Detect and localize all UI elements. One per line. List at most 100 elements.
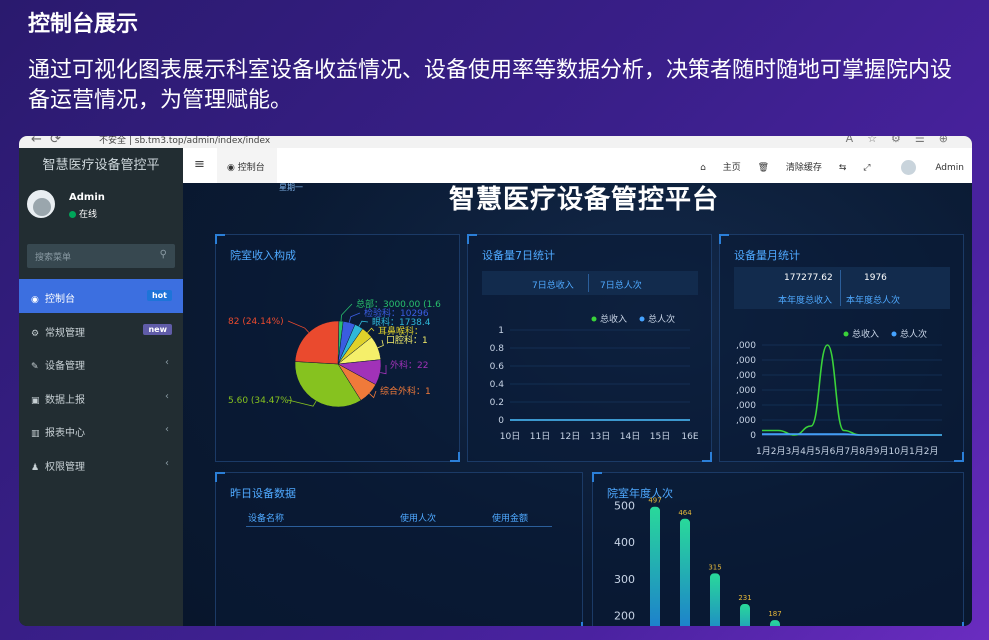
week-stats-panel: 设备量7日统计 7日总收入 7日总人次 0 0.2 0.4 0.6 0.8 1 10日 11日… bbox=[467, 234, 712, 462]
y-tick-label: ,000 bbox=[736, 401, 756, 411]
column-header: 使用人次 bbox=[400, 514, 437, 524]
month-stats-panel: 设备量月统计 177277.62 1976 本年度总收入 本年度总人次 0,00… bbox=[719, 234, 964, 462]
chevron-left-icon: ‹ bbox=[165, 390, 169, 402]
y-tick-label: 300 bbox=[614, 573, 635, 586]
pie-label: 外科：22 bbox=[390, 359, 428, 371]
fullscreen-icon[interactable]: ⤢ bbox=[863, 163, 870, 173]
user-panel: Admin 在线 bbox=[25, 188, 175, 228]
online-dot-icon bbox=[69, 211, 76, 218]
annual-visits-panel: 院室年度人次 200 300 400 500 497 464 315 231 187 143 bbox=[592, 472, 964, 626]
pie-leader-line bbox=[377, 339, 384, 349]
slide-title: 控制台展示 bbox=[28, 12, 139, 37]
yesterday-device-panel: 昨日设备数据 设备名称 使用人次 使用金额 bbox=[215, 472, 583, 626]
sidebar-item-devices[interactable]: ✎ 设备管理 ‹ bbox=[19, 346, 183, 380]
pie-label: 口腔科：1 bbox=[386, 334, 428, 346]
annual-bar-chart: 200300400500 497464315231187143 bbox=[614, 497, 782, 626]
users-icon: ♟ bbox=[31, 462, 40, 473]
y-tick-label: ,000 bbox=[736, 341, 756, 351]
chevron-left-icon: ‹ bbox=[165, 457, 169, 469]
week-line-chart: 0 0.2 0.4 0.6 0.8 1 10日 11日 12日 13日 14日 15日 16E 总收入 总人… bbox=[490, 313, 699, 442]
pie-leader-line bbox=[367, 327, 375, 333]
y-tick-label: 1 bbox=[498, 326, 504, 336]
x-tick-label: 15日 bbox=[650, 431, 670, 442]
pie-leader-line bbox=[348, 312, 361, 323]
legend-label: 总收入 bbox=[852, 328, 879, 340]
dashboard-icon: ◉ bbox=[227, 163, 238, 173]
sidebar: 智慧医疗设备管控平 Admin 在线 搜索菜单 ⚲ ◉ 控制台 hot ⚙ 常规管理… bbox=[19, 148, 183, 626]
y-tick-label: 0 bbox=[750, 431, 756, 441]
search-icon[interactable]: ⚲ bbox=[160, 249, 167, 260]
avatar bbox=[901, 160, 917, 175]
browser-action-icons[interactable]: A☆⚙☰⊕ bbox=[846, 136, 962, 145]
bar-value-label: 187 bbox=[768, 610, 781, 618]
x-tick-label: 16E bbox=[681, 432, 698, 442]
bar-value-label: 497 bbox=[648, 497, 661, 505]
income-composition-panel: 院室收入构成 总部：3000.00 (1.6 检验科：10296 眼科：1738.4… bbox=[215, 234, 460, 462]
browser-window: ← ⟳ 不安全 | sb.tm3.top/admin/index/index A… bbox=[19, 136, 972, 626]
y-tick-label: 0.4 bbox=[490, 380, 505, 390]
bar bbox=[740, 604, 750, 626]
avatar[interactable] bbox=[25, 188, 57, 220]
legend-marker bbox=[891, 331, 897, 337]
address-bar[interactable]: 不安全 | sb.tm3.top/admin/index/index bbox=[99, 136, 270, 146]
legend-label: 总人次 bbox=[648, 313, 675, 325]
dashboard-title: 智慧医疗设备管控平台 bbox=[449, 185, 720, 215]
pie-label: 82 (24.14%) bbox=[228, 317, 284, 327]
sidebar-search-input[interactable]: 搜索菜单 ⚲ bbox=[27, 244, 175, 268]
dashboard-content: 星期一 智慧医疗设备管控平台 院室收入构成 总部：3000.00 (1.6 检验科… bbox=[183, 183, 972, 626]
cogs-icon: ⚙ bbox=[31, 328, 40, 339]
column-header: 设备名称 bbox=[248, 514, 285, 524]
user-menu[interactable]: Admin bbox=[887, 160, 964, 175]
column-header: 使用金额 bbox=[492, 514, 529, 524]
y-tick-label: ,000 bbox=[736, 386, 756, 396]
y-tick-label: 0.2 bbox=[490, 398, 504, 408]
x-tick-label: 14日 bbox=[620, 431, 640, 442]
legend-marker bbox=[639, 316, 645, 322]
bar-value-label: 231 bbox=[738, 594, 751, 602]
hot-badge: hot bbox=[146, 290, 172, 301]
sidebar-item-dashboard[interactable]: ◉ 控制台 hot bbox=[19, 279, 183, 313]
sidebar-item-reports[interactable]: ▥ 报表中心 ‹ bbox=[19, 413, 183, 447]
sidebar-menu: ◉ 控制台 hot ⚙ 常规管理 new ✎ 设备管理 ‹ ▣ 数据上报 ‹ ▥ 报表中心… bbox=[19, 279, 183, 480]
x-tick-label: 11日 bbox=[530, 431, 550, 442]
browser-toolbar: ← ⟳ 不安全 | sb.tm3.top/admin/index/index A… bbox=[19, 136, 972, 148]
x-tick-label: 12日 bbox=[560, 431, 580, 442]
sidebar-app-title: 智慧医疗设备管控平 bbox=[42, 158, 160, 173]
weekday-label: 星期一 bbox=[279, 183, 303, 192]
bar bbox=[650, 506, 660, 626]
sidebar-item-general[interactable]: ⚙ 常规管理 new bbox=[19, 313, 183, 347]
menu-toggle-icon[interactable]: ≡ bbox=[194, 157, 205, 172]
bar-value-label: 464 bbox=[678, 509, 692, 517]
user-name: Admin bbox=[69, 192, 105, 203]
sidebar-item-permissions[interactable]: ♟ 权限管理 ‹ bbox=[19, 447, 183, 481]
y-tick-label: 500 bbox=[614, 500, 635, 513]
sidebar-item-report-upload[interactable]: ▣ 数据上报 ‹ bbox=[19, 380, 183, 414]
legend-marker bbox=[843, 331, 849, 337]
browser-nav-icons[interactable]: ← ⟳ bbox=[31, 136, 61, 147]
clear-cache-button[interactable]: 🗑 清除缓存 bbox=[758, 163, 822, 173]
chevron-left-icon: ‹ bbox=[165, 424, 169, 435]
panel-title: 昨日设备数据 bbox=[230, 487, 296, 500]
bar-chart-icon: ▥ bbox=[31, 429, 40, 439]
bar-value-label: 315 bbox=[708, 563, 721, 571]
bar bbox=[770, 620, 780, 626]
new-badge: new bbox=[143, 323, 172, 335]
dashboard-icon: ◉ bbox=[31, 295, 39, 305]
x-tick-label: 1月2月3月4月5月6月7月8月9月10月1月2月 bbox=[756, 446, 938, 457]
y-tick-label: 200 bbox=[614, 609, 635, 622]
y-tick-label: ,000 bbox=[736, 416, 756, 426]
search-placeholder: 搜索菜单 bbox=[35, 253, 72, 263]
x-tick-label: 10日 bbox=[500, 431, 520, 442]
y-tick-label: 0.8 bbox=[490, 344, 505, 354]
y-tick-label: 0.6 bbox=[490, 362, 505, 372]
tab-dashboard[interactable]: ◉ 控制台 bbox=[217, 148, 277, 183]
y-tick-label: 0 bbox=[498, 416, 504, 426]
device-icon: ✎ bbox=[31, 362, 39, 372]
chevron-left-icon: ‹ bbox=[165, 357, 169, 368]
pie-leader-line bbox=[358, 320, 369, 327]
translate-icon[interactable]: ⇆ bbox=[839, 163, 847, 173]
legend-marker bbox=[591, 316, 597, 322]
top-navbar: ≡ ◉ 控制台 ⌂ 主页 🗑 清除缓存 ⇆ ⤢ Admin bbox=[183, 148, 972, 183]
pie-label: 5.60 (34.47%) bbox=[228, 396, 292, 406]
home-link[interactable]: ⌂ 主页 bbox=[700, 163, 741, 173]
